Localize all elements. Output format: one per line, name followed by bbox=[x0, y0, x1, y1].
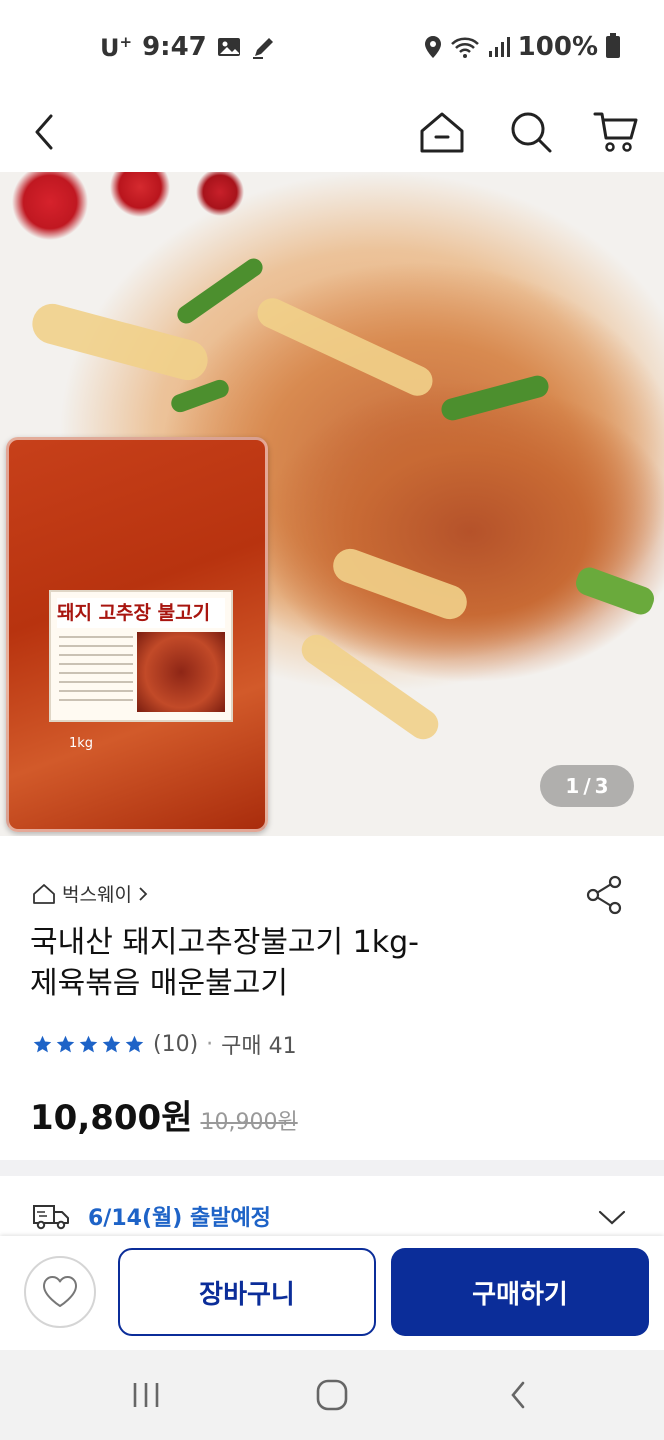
status-bar: U+ 9:47 100% bbox=[0, 0, 664, 96]
star-icon bbox=[33, 1035, 52, 1052]
carrier-label: U+ bbox=[100, 32, 133, 62]
system-back-button[interactable] bbox=[488, 1370, 548, 1420]
status-right: 100% bbox=[424, 32, 620, 62]
package-text-lines bbox=[59, 636, 133, 706]
wifi-icon bbox=[450, 37, 479, 58]
product-title-line1: 국내산 돼지고추장불고기 1kg- bbox=[30, 925, 420, 960]
product-title: 국내산 돼지고추장불고기 1kg- 제육볶음 매운불고기 bbox=[30, 922, 550, 1004]
star-icon bbox=[102, 1035, 121, 1052]
share-button[interactable] bbox=[584, 874, 626, 916]
onion-slice bbox=[295, 628, 445, 746]
section-divider bbox=[0, 1160, 664, 1176]
cart-button[interactable] bbox=[586, 102, 646, 162]
status-left: U+ 9:47 bbox=[100, 32, 277, 62]
product-package: 돼지 고추장 불고기 1kg bbox=[6, 437, 268, 832]
price-row: 10,800원 10,900원 bbox=[30, 1090, 298, 1139]
back-button[interactable] bbox=[14, 102, 74, 162]
battery-percent: 100% bbox=[517, 32, 598, 62]
purchase-action-bar: 장바구니 구매하기 bbox=[0, 1236, 664, 1350]
system-navigation-bar bbox=[0, 1350, 664, 1440]
search-button[interactable] bbox=[501, 102, 561, 162]
onion-slice bbox=[328, 544, 472, 624]
brand-link[interactable]: 벅스웨이 bbox=[32, 880, 148, 907]
home-icon bbox=[420, 112, 464, 153]
star-icon bbox=[79, 1035, 98, 1052]
product-title-line2: 제육볶음 매운불고기 bbox=[30, 966, 288, 1001]
package-label: 돼지 고추장 불고기 bbox=[49, 590, 233, 722]
signal-icon bbox=[488, 37, 510, 57]
top-nav bbox=[0, 96, 664, 172]
sale-price: 10,800원 bbox=[30, 1098, 193, 1138]
home-circle-icon bbox=[316, 1379, 348, 1411]
system-home-button[interactable] bbox=[302, 1370, 362, 1420]
delivery-info[interactable]: 6/14(월) 출발예정 bbox=[0, 1176, 664, 1236]
separator-dot: · bbox=[206, 1031, 214, 1057]
pen-icon bbox=[252, 38, 273, 59]
scallion-piece bbox=[439, 373, 551, 423]
image-page-indicator: 1 / 3 bbox=[540, 765, 634, 807]
recent-apps-icon bbox=[133, 1383, 159, 1407]
share-icon bbox=[586, 875, 622, 915]
truck-icon bbox=[33, 1205, 69, 1230]
package-photo bbox=[137, 632, 225, 712]
brand-name: 벅스웨이 bbox=[62, 884, 132, 906]
chevron-right-icon bbox=[139, 886, 148, 901]
package-weight: 1kg bbox=[69, 736, 94, 751]
page-current: 1 bbox=[565, 774, 580, 798]
flower-decoration bbox=[0, 172, 260, 272]
product-info: 벅스웨이 국내산 돼지고추장불고기 1kg- 제육볶음 매운불고기 (10) ·… bbox=[0, 836, 664, 1160]
search-icon bbox=[511, 112, 552, 153]
back-icon bbox=[35, 114, 53, 150]
heart-icon bbox=[43, 1276, 77, 1307]
chevron-down-icon[interactable] bbox=[598, 1210, 626, 1226]
product-image[interactable]: 돼지 고추장 불고기 1kg 1 / 3 bbox=[0, 172, 664, 836]
review-count: (10) bbox=[153, 1031, 199, 1057]
battery-icon bbox=[606, 33, 620, 58]
rating-stars bbox=[32, 1034, 145, 1055]
onion-slice bbox=[252, 293, 438, 401]
status-time: 9:47 bbox=[142, 32, 207, 62]
page-total: 3 bbox=[594, 774, 609, 798]
rating-row[interactable]: (10) · 구매 41 bbox=[32, 1028, 297, 1060]
gallery-icon bbox=[217, 38, 240, 56]
wishlist-button[interactable] bbox=[24, 1256, 96, 1328]
add-to-cart-button[interactable]: 장바구니 bbox=[118, 1248, 376, 1336]
package-title: 돼지 고추장 불고기 bbox=[57, 598, 225, 628]
recent-apps-button[interactable] bbox=[116, 1370, 176, 1420]
home-button[interactable] bbox=[412, 102, 472, 162]
scallion-piece bbox=[168, 377, 232, 415]
original-price: 10,900원 bbox=[200, 1110, 298, 1135]
scallion-piece bbox=[572, 564, 658, 618]
purchase-count: 구매 41 bbox=[221, 1034, 297, 1059]
buy-now-button[interactable]: 구매하기 bbox=[391, 1248, 649, 1336]
delivery-date: 6/14(월) 출발예정 bbox=[88, 1206, 271, 1231]
cart-icon bbox=[593, 112, 638, 152]
store-home-icon bbox=[33, 883, 55, 904]
system-back-icon bbox=[511, 1381, 525, 1409]
star-icon bbox=[125, 1035, 144, 1052]
star-icon bbox=[56, 1035, 75, 1052]
page-separator: / bbox=[583, 774, 591, 798]
location-icon bbox=[424, 36, 441, 58]
